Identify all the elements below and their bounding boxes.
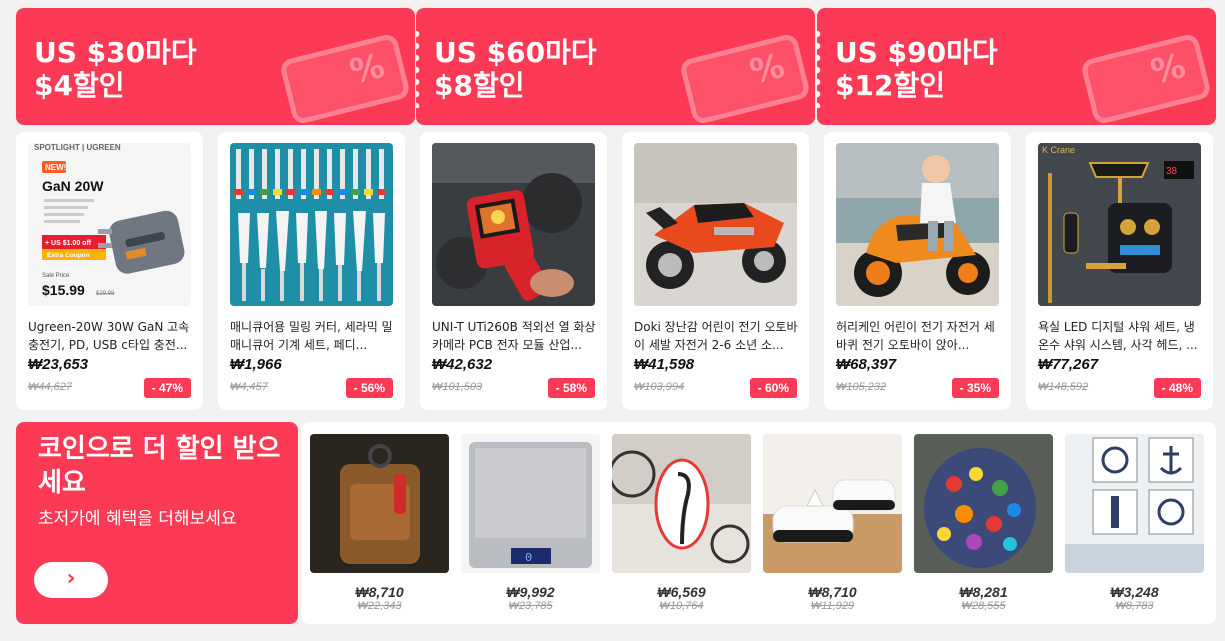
image-coupon-text: + US $1.00 off [45, 240, 92, 247]
image-sale-orig: $29.98 [96, 291, 115, 297]
product-title[interactable]: 매니큐어용 밀링 커터, 세라믹 밀 매니큐어 기계 세트, 페디... [230, 318, 395, 354]
discount-badge: - 60% [749, 378, 797, 398]
product-card-shower-set[interactable]: K Crane 38 욕실 LED 디지털 샤워 세트, 냉온수 샤워 시스템,… [1026, 132, 1213, 410]
coin-product-image [914, 434, 1053, 573]
image-temp-text: 38 [1166, 166, 1178, 177]
product-title[interactable]: UNI-T UTi260B 적외선 열 화상 카메라 PCB 전자 모듈 산업.… [432, 318, 597, 354]
coupon-ticket-icon [1079, 32, 1213, 125]
coin-heading: 코인으로 더 할인 받으세요 [38, 434, 281, 498]
coin-product-original-price: ₩28,555 [961, 600, 1006, 612]
product-price: ₩41,598 [634, 356, 695, 373]
coupon-banner-30[interactable]: US $30마다 $4할인 [16, 8, 415, 125]
product-card-nail-bits[interactable]: 매니큐어용 밀링 커터, 세라믹 밀 매니큐어 기계 세트, 페디... ₩1,… [218, 132, 405, 410]
coupon-banner-60[interactable]: US $60마다 $8할인 [416, 8, 815, 125]
coupon-threshold: US $90마다 [835, 36, 998, 69]
image-sale-price: $15.99 [42, 282, 85, 298]
image-model-text: GaN 20W [42, 178, 104, 194]
coupon-threshold: US $30마다 [34, 36, 197, 69]
coupon-discount: $12할인 [835, 69, 945, 102]
product-image-charger: SPOTLIGHT | UGREEN NEW! GaN 20W + US $1.… [28, 143, 191, 306]
coin-product-image [612, 434, 751, 573]
coin-product-image [310, 434, 449, 573]
coin-product-original-price: ₩23,785 [508, 600, 553, 612]
product-original-price: ₩148,592 [1038, 381, 1089, 393]
product-image-thermal-camera [432, 143, 595, 306]
product-image-nail-bits [230, 143, 393, 306]
coupon-banner-row: US $30마다 $4할인 US $60마다 $8할인 US $90마다 $12… [16, 8, 1216, 125]
product-original-price: ₩101,503 [432, 381, 483, 393]
coupon-threshold: US $60마다 [434, 36, 597, 69]
coin-product-image: 0 [461, 434, 600, 573]
discount-badge: - 35% [951, 378, 999, 398]
scale-display-text: 0 [525, 551, 532, 565]
coupon-perforation [416, 28, 420, 108]
coin-product-original-price: ₩8,783 [1115, 600, 1154, 612]
product-image-shower-set: K Crane 38 [1038, 143, 1201, 306]
coin-product-price: ₩8,281 [959, 584, 1008, 600]
coupon-ticket-icon [278, 32, 412, 125]
product-original-price: ₩103,994 [634, 381, 685, 393]
product-title[interactable]: Ugreen-20W 30W GaN 고속 충전기, PD, USB c타입 충… [28, 318, 193, 354]
coin-product-price: ₩9,992 [506, 584, 555, 600]
product-image-kids-motorbike [634, 143, 797, 306]
coin-subheading: 초저가에 혜택을 더해보세요 [38, 509, 237, 529]
product-card-thermal-camera[interactable]: UNI-T UTi260B 적외선 열 화상 카메라 PCB 전자 모듈 산업.… [420, 132, 607, 410]
image-brand-text: K Crane [1042, 145, 1075, 155]
coupon-perforation [817, 28, 821, 108]
coin-product-image [763, 434, 902, 573]
image-extra-text: Extra Coupon [47, 252, 90, 259]
product-price: ₩42,632 [432, 356, 493, 373]
coin-product-nautical-art[interactable]: ₩3,248 ₩8,783 [1065, 434, 1204, 612]
coin-product-original-price: ₩22,343 [357, 600, 402, 612]
discount-badge: - 47% [143, 378, 191, 398]
product-original-price: ₩44,627 [28, 381, 73, 393]
product-card-charger[interactable]: SPOTLIGHT | UGREEN NEW! GaN 20W + US $1.… [16, 132, 203, 410]
discount-badge: - 48% [1153, 378, 1201, 398]
coupon-ticket-icon [678, 32, 812, 125]
coin-product-holster[interactable]: ₩8,710 ₩22,343 [310, 434, 449, 612]
coin-product-image [1065, 434, 1204, 573]
coin-next-button[interactable]: › [34, 562, 108, 598]
image-brand-text: SPOTLIGHT | UGREEN [34, 143, 121, 152]
product-card-kids-motorbike[interactable]: Doki 장난감 어린이 전기 오토바이 세발 자전거 2-6 소년 소... … [622, 132, 809, 410]
product-original-price: ₩105,232 [836, 381, 887, 393]
product-image-kids-ebike [836, 143, 999, 306]
product-price: ₩1,966 [230, 356, 282, 373]
coin-product-scale[interactable]: 0 ₩9,992 ₩23,785 [461, 434, 600, 612]
coin-product-price: ₩8,710 [808, 584, 857, 600]
product-title[interactable]: 욕실 LED 디지털 샤워 세트, 냉온수 샤워 시스템, 사각 헤드, ... [1038, 318, 1203, 354]
coin-product-price: ₩3,248 [1110, 584, 1159, 600]
coin-product-price: ₩8,710 [355, 584, 404, 600]
coin-product-bike-hook[interactable]: ₩6,569 ₩10,764 [612, 434, 751, 612]
image-new-badge: NEW! [45, 163, 66, 172]
coin-product-tissue-box[interactable]: ₩8,710 ₩11,929 [763, 434, 902, 612]
product-title[interactable]: Doki 장난감 어린이 전기 오토바이 세발 자전거 2-6 소년 소... [634, 318, 799, 354]
coin-product-badges[interactable]: ₩8,281 ₩28,555 [914, 434, 1053, 612]
discount-badge: - 58% [547, 378, 595, 398]
coupon-discount: $4할인 [34, 69, 125, 102]
coupon-banner-90[interactable]: US $90마다 $12할인 [817, 8, 1216, 125]
product-price: ₩68,397 [836, 356, 897, 373]
product-title[interactable]: 허리케인 어린이 전기 자전거 세 바퀴 전기 오토바이 앉아... [836, 318, 1001, 354]
coin-product-price: ₩6,569 [657, 584, 706, 600]
coin-product-original-price: ₩10,764 [659, 600, 704, 612]
discount-badge: - 56% [345, 378, 393, 398]
product-price: ₩23,653 [28, 356, 89, 373]
coin-promo-banner[interactable]: 코인으로 더 할인 받으세요 초저가에 혜택을 더해보세요 › [16, 422, 298, 624]
coupon-discount: $8할인 [434, 69, 525, 102]
coin-product-original-price: ₩11,929 [810, 600, 855, 612]
product-original-price: ₩4,457 [230, 381, 268, 393]
product-price: ₩77,267 [1038, 356, 1099, 373]
image-sale-label: Sale Price [42, 273, 70, 279]
product-card-kids-ebike[interactable]: 허리케인 어린이 전기 자전거 세 바퀴 전기 오토바이 앉아... ₩68,3… [824, 132, 1011, 410]
